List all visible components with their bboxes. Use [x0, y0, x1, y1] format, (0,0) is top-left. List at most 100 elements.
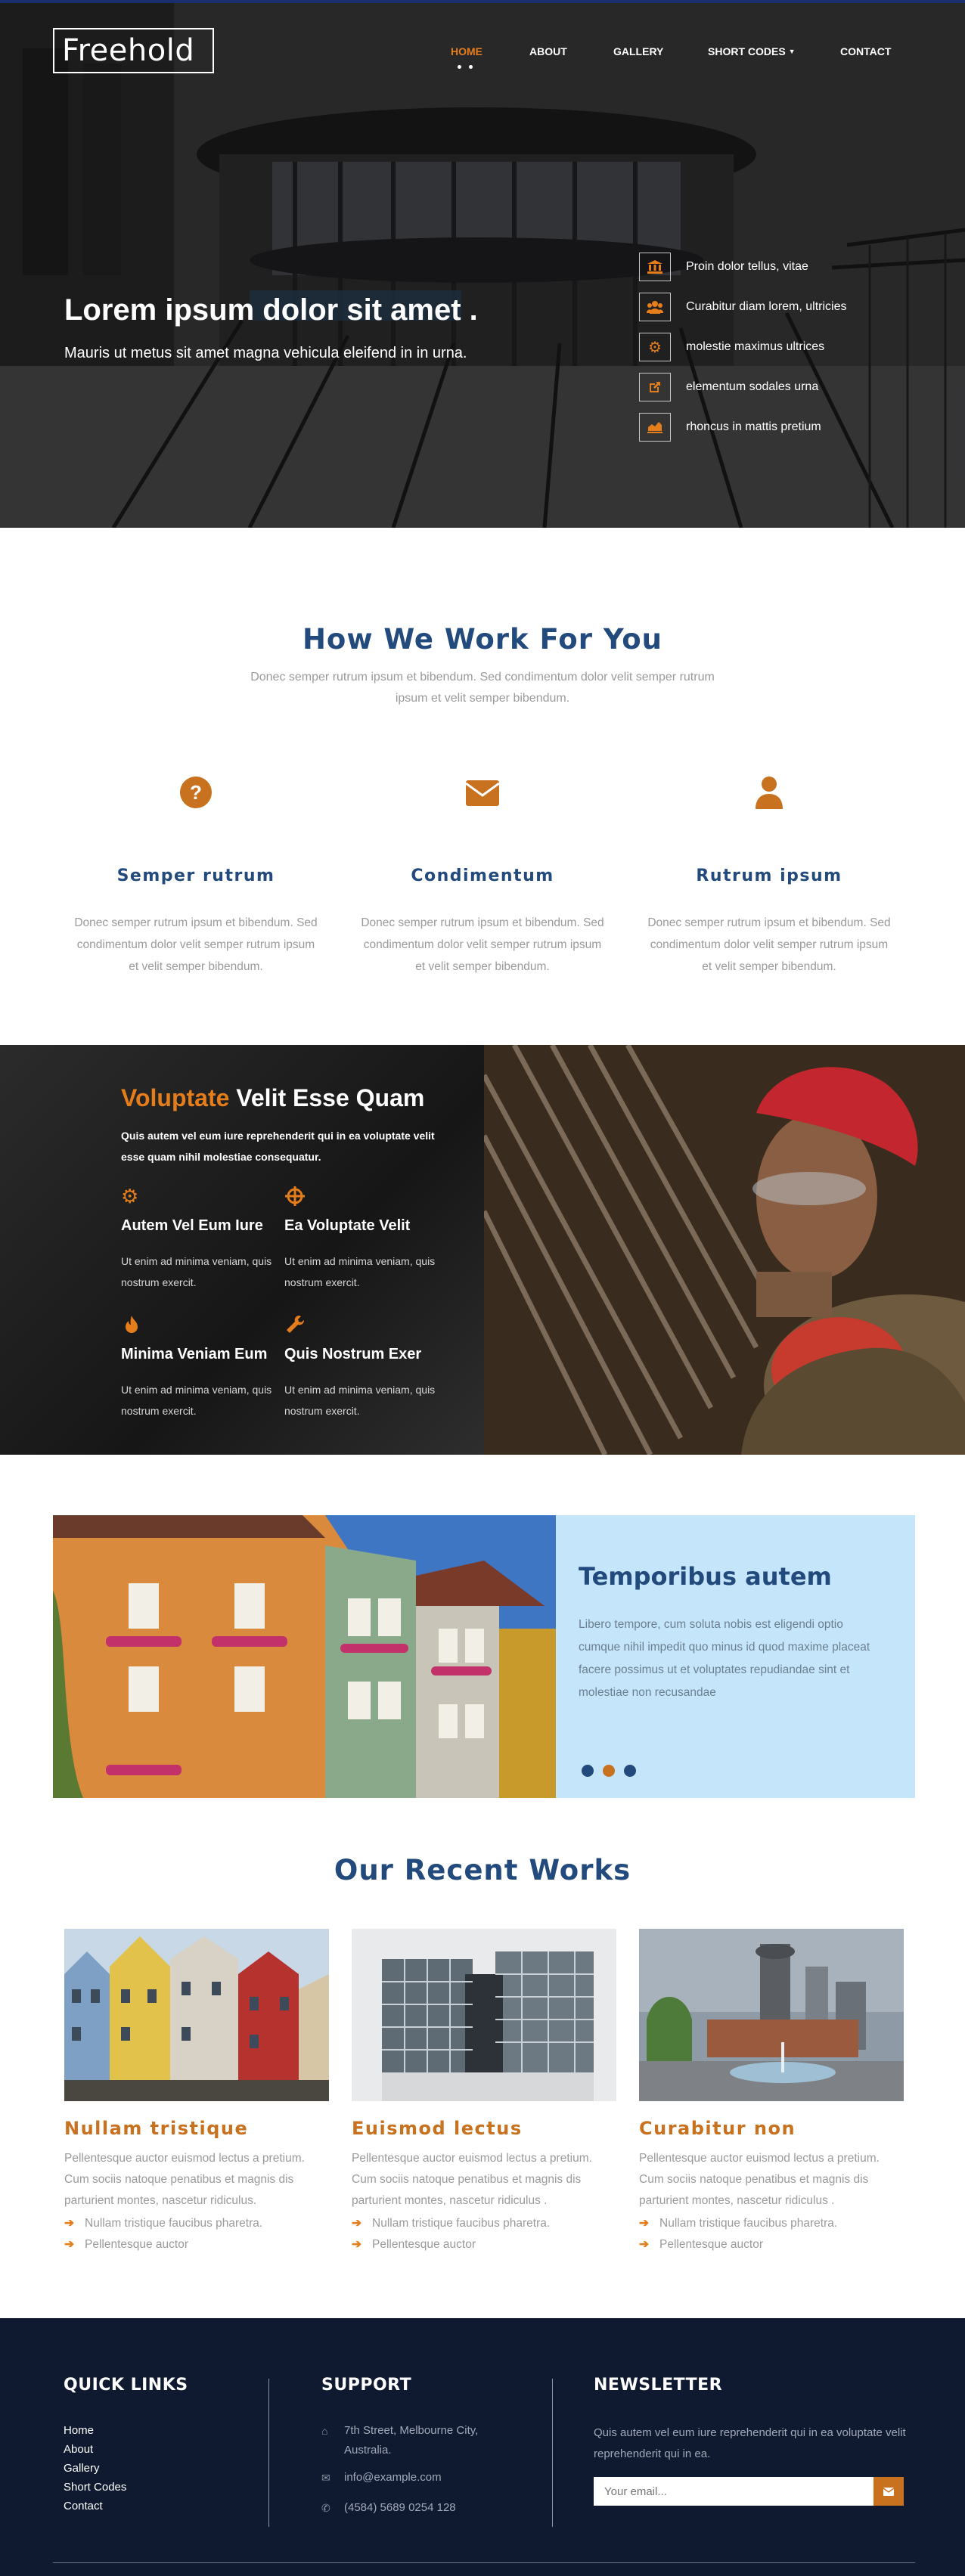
- footer-link-gallery[interactable]: Gallery: [64, 2462, 100, 2475]
- work-title[interactable]: Curabitur non: [639, 2118, 796, 2139]
- footer-divider: [552, 2379, 553, 2527]
- footer-link-short-codes[interactable]: Short Codes: [64, 2481, 126, 2494]
- footer-divider: [268, 2379, 269, 2527]
- work-title[interactable]: Nullam tristique: [64, 2118, 248, 2139]
- slider-dot[interactable]: [603, 1765, 615, 1777]
- site-footer: QUICK LINKS Home About Gallery Short Cod…: [0, 2318, 965, 2576]
- footer-address-text: 7th Street, Melbourne City, Australia.: [344, 2424, 479, 2457]
- support-title: SUPPORT: [321, 2376, 412, 2395]
- work-bullet: ➔ Nullam tristique faucibus pharetra.: [64, 2216, 262, 2230]
- voluptate-item-text: Ut enim ad minima veniam, quis nostrum e…: [121, 1384, 272, 1417]
- work-bullet-text: Pellentesque auctor: [372, 2238, 476, 2251]
- slider-dot[interactable]: [624, 1765, 636, 1777]
- hero-title: Lorem ipsum dolor sit amet .: [64, 293, 478, 327]
- newsletter-title: NEWSLETTER: [594, 2376, 723, 2395]
- nav-active-indicator: [458, 65, 479, 70]
- hero-feature-text: Curabitur diam lorem, ultricies: [686, 300, 847, 313]
- work-image[interactable]: [64, 1929, 329, 2101]
- footer-link-home[interactable]: Home: [64, 2424, 94, 2437]
- slider-text-panel: Temporibus autem Libero tempore, cum sol…: [556, 1515, 915, 1798]
- phone-icon: ✆: [321, 2502, 330, 2514]
- user-icon: [756, 777, 783, 809]
- nav-gallery[interactable]: GALLERY: [613, 45, 663, 57]
- voluptate-description: Quis autem vel eum iure reprehenderit qu…: [121, 1130, 435, 1163]
- footer-email: ✉ info@example.com: [321, 2468, 510, 2488]
- footer-address: ⌂ 7th Street, Melbourne City, Australia.: [321, 2421, 510, 2460]
- voluptate-section: Voluptate Velit Esse Quam Quis autem vel…: [0, 1045, 965, 1455]
- work-bullet: ➔ Pellentesque auctor: [639, 2237, 763, 2252]
- footer-bottom-line: [53, 2562, 915, 2563]
- work-bullet-text: Nullam tristique faucibus pharetra.: [372, 2217, 551, 2230]
- hero-feature: Curabitur diam lorem, ultricies: [639, 293, 942, 323]
- slider-title: Temporibus autem: [579, 1562, 832, 1591]
- work-bullet: ➔ Nullam tristique faucibus pharetra.: [639, 2216, 837, 2230]
- work-bullet-text: Nullam tristique faucibus pharetra.: [85, 2217, 263, 2230]
- voluptate-title-accent: Voluptate: [121, 1084, 230, 1111]
- voluptate-item-title: Quis Nostrum Exer: [284, 1346, 422, 1362]
- how-column-title: Semper rutrum: [116, 866, 275, 885]
- voluptate-item-title: Ea Voluptate Velit: [284, 1217, 411, 1234]
- hero-feature: ⚙ molestie maximus ultrices: [639, 333, 942, 363]
- slider-pagination: [582, 1765, 642, 1777]
- hero-subtitle: Mauris ut metus sit amet magna vehicula …: [64, 345, 467, 361]
- work-image[interactable]: [352, 1929, 616, 2101]
- work-bullet: ➔ Pellentesque auctor: [352, 2237, 476, 2252]
- how-column-text: Donec semper rutrum ipsum et bibendum. S…: [361, 916, 604, 973]
- work-bullet-text: Pellentesque auctor: [659, 2238, 764, 2251]
- hero-feature-text: elementum sodales urna: [686, 380, 819, 393]
- voluptate-item-title: Minima Veniam Eum: [121, 1346, 268, 1362]
- how-column: ? Semper rutrum Donec semper rutrum ipsu…: [71, 774, 321, 973]
- arrow-right-icon: ➔: [64, 2217, 74, 2230]
- newsletter-text: Quis autem vel eum iure reprehenderit qu…: [594, 2426, 906, 2460]
- voluptate-title: Voluptate Velit Esse Quam: [121, 1084, 424, 1112]
- nav-home[interactable]: HOME: [451, 45, 482, 57]
- footer-link-contact[interactable]: Contact: [64, 2500, 103, 2512]
- wrench-icon: [287, 1315, 305, 1333]
- gear-icon: ⚙: [639, 333, 671, 361]
- recent-works-title: Our Recent Works: [334, 1854, 631, 1886]
- chart-icon: [639, 413, 671, 442]
- arrow-right-icon: ➔: [64, 2238, 74, 2251]
- slider-text: Libero tempore, cum soluta nobis est eli…: [579, 1618, 870, 1699]
- slider-dot[interactable]: [582, 1765, 594, 1777]
- main-nav: HOME ABOUT GALLERY SHORT CODES ▼ CONTACT: [0, 45, 965, 60]
- nav-about[interactable]: ABOUT: [529, 45, 567, 57]
- nav-contact[interactable]: CONTACT: [840, 45, 891, 57]
- work-bullet-text: Pellentesque auctor: [85, 2238, 189, 2251]
- work-text: Pellentesque auctor euismod lectus a pre…: [352, 2152, 592, 2207]
- nav-short-codes[interactable]: SHORT CODES ▼: [708, 45, 796, 57]
- worker-photo: [484, 1045, 965, 1455]
- how-column-text: Donec semper rutrum ipsum et bibendum. S…: [74, 916, 318, 973]
- cog-icon: ⚙: [121, 1185, 139, 1207]
- how-column-title: Condimentum: [411, 866, 554, 885]
- work-image[interactable]: [639, 1929, 904, 2101]
- voluptate-item-title: Autem Vel Eum Iure: [121, 1217, 263, 1234]
- users-icon: [639, 293, 671, 321]
- envelope-icon: ✉: [321, 2472, 330, 2484]
- work-title[interactable]: Euismod lectus: [352, 2118, 523, 2139]
- work-bullet: ➔ Nullam tristique faucibus pharetra.: [352, 2216, 550, 2230]
- voluptate-item-text: Ut enim ad minima veniam, quis nostrum e…: [284, 1255, 436, 1288]
- work-bullet-text: Nullam tristique faucibus pharetra.: [659, 2217, 838, 2230]
- hero-feature-text: Proin dolor tellus, vitae: [686, 260, 808, 273]
- newsletter-submit-button[interactable]: [873, 2477, 904, 2506]
- voluptate-item-text: Ut enim ad minima veniam, quis nostrum e…: [284, 1384, 436, 1417]
- footer-phone: ✆ (4584) 5689 0254 128: [321, 2498, 510, 2518]
- nav-short-codes-label: SHORT CODES: [708, 45, 786, 57]
- arrow-right-icon: ➔: [639, 2217, 649, 2230]
- chevron-down-icon: ▼: [788, 48, 796, 55]
- arrow-right-icon: ➔: [352, 2217, 361, 2230]
- hero-feature-text: rhoncus in mattis pretium: [686, 420, 821, 433]
- footer-link-about[interactable]: About: [64, 2443, 93, 2456]
- newsletter-email-input[interactable]: [594, 2477, 873, 2506]
- quick-links-title: QUICK LINKS: [64, 2376, 188, 2395]
- work-bullet: ➔ Pellentesque auctor: [64, 2237, 188, 2252]
- footer-phone-text: (4584) 5689 0254 128: [344, 2501, 456, 2514]
- arrow-right-icon: ➔: [352, 2238, 361, 2251]
- voluptate-item-text: Ut enim ad minima veniam, quis nostrum e…: [121, 1255, 272, 1288]
- footer-email-text[interactable]: info@example.com: [321, 2468, 510, 2488]
- question-circle-icon: ?: [180, 777, 212, 808]
- how-subtitle: Donec semper rutrum ipsum et bibendum. S…: [250, 671, 715, 705]
- how-column: Condimentum Donec semper rutrum ipsum et…: [358, 774, 607, 973]
- home-icon: ⌂: [321, 2425, 328, 2437]
